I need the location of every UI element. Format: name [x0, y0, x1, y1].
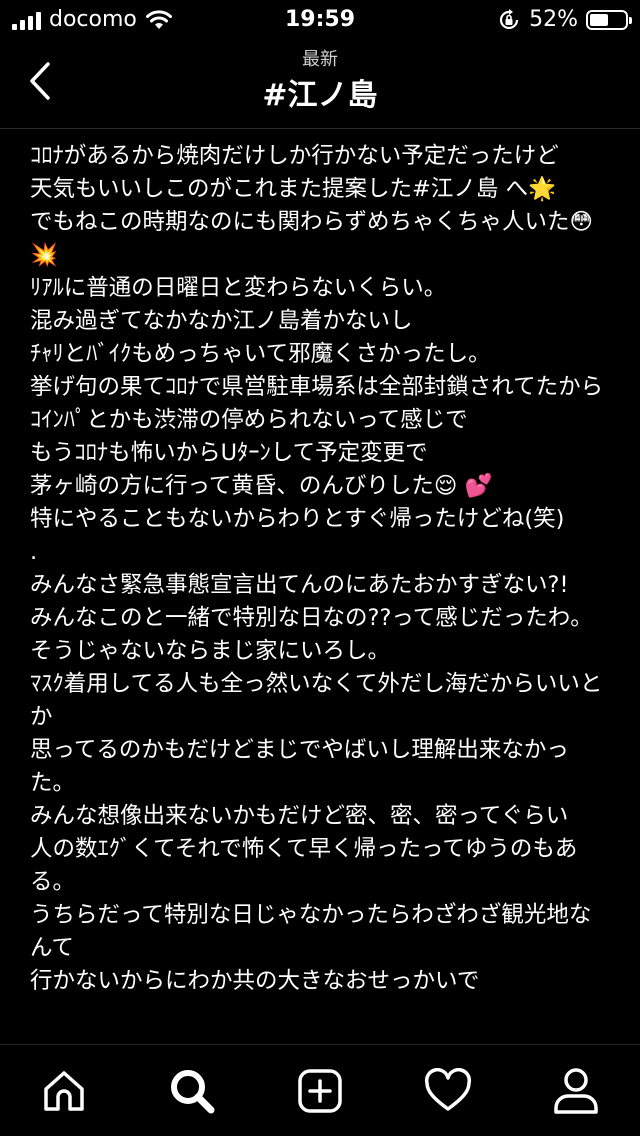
- caption-line: ﾁｬﾘとﾊﾞｲｸもめっちゃいて邪魔くさかったし。: [30, 341, 491, 367]
- post-caption: ｺﾛﾅがあるから焼肉だけしか行かない予定だったけど 天気もいいしこのがこれまた提案…: [30, 140, 610, 1044]
- battery-level: [590, 14, 608, 26]
- home-icon: [44, 1071, 84, 1111]
- status-bar: docomo 19:59 52%: [0, 0, 640, 40]
- caption-line: .: [30, 539, 38, 565]
- caption-line: もうｺﾛﾅも怖いからUﾀｰﾝして予定変更で: [30, 440, 428, 466]
- caption-line: 天気もいいしこのがこれまた提案した#江ノ島 へ🌟: [30, 176, 557, 202]
- tab-profile[interactable]: [550, 1065, 602, 1117]
- caption-line: でもねこの時期なのにも関わらずめちゃくちゃ人いた😳 💥: [30, 209, 601, 268]
- battery-icon: [586, 10, 632, 30]
- caption-line: 特にやることもないからわりとすぐ帰ったけどね(笑): [30, 506, 565, 532]
- page-header: 最新 #江ノ島: [0, 40, 640, 129]
- caption-line: うちらだって特別な日じゃなかったらわざわざ観光地なんて: [30, 902, 592, 961]
- profile-icon: [554, 1068, 598, 1114]
- caption-line: みんなこのと一緒で特別な日なの??って感じだったわ。: [30, 605, 593, 631]
- caption-line: ｺｲﾝﾊﾟとかも渋滞の停められないって感じで: [30, 407, 468, 433]
- page-title: #江ノ島: [262, 78, 378, 113]
- caption-line: ﾘｱﾙに普通の日曜日と変わらないくらい。: [30, 275, 447, 301]
- caption-line: 行かないからにわか共の大きなおせっかいで: [30, 968, 480, 994]
- caption-line: みんなさ緊急事態宣言出てんのにあたおかすぎない?!: [30, 572, 569, 598]
- header-subtitle: 最新: [302, 49, 338, 70]
- caption-line: 人の数ｴｸﾞくてそれで怖くて早く帰ったってゆうのもある。: [30, 836, 578, 895]
- tab-bar: [0, 1044, 640, 1136]
- caption-line: みんな想像出来ないかもだけど密、密、密ってぐらい: [30, 803, 569, 829]
- tab-activity[interactable]: [422, 1065, 474, 1117]
- caption-line: 混み過ぎてなかなか江ノ島着かないし: [30, 308, 413, 334]
- caption-line: そうじゃないならまじ家にいろし。: [30, 638, 391, 664]
- tab-new-post[interactable]: [294, 1065, 346, 1117]
- status-right: 52%: [497, 6, 632, 34]
- caption-line: 茅ヶ崎の方に行って黄昏、のんびりした😌 💕: [30, 473, 493, 499]
- heart-icon: [424, 1068, 472, 1111]
- caption-line: ﾏｽｸ着用してる人も全っ然いなくて外だし海だからいいとか: [30, 671, 603, 730]
- add-post-icon: [298, 1069, 342, 1113]
- caption-line: 挙げ句の果てｺﾛﾅで県営駐車場系は全部封鎖されてたから: [30, 374, 604, 400]
- tab-search[interactable]: [166, 1065, 218, 1117]
- search-icon: [171, 1070, 215, 1114]
- caption-line: 思ってるのかもだけどまじでやばいし理解出来なかった。: [30, 737, 569, 796]
- caption-line: ｺﾛﾅがあるから焼肉だけしか行かない予定だったけど: [30, 143, 559, 169]
- tab-home[interactable]: [38, 1065, 90, 1117]
- battery-percent: 52%: [529, 7, 578, 32]
- rotation-lock-icon: [500, 9, 519, 30]
